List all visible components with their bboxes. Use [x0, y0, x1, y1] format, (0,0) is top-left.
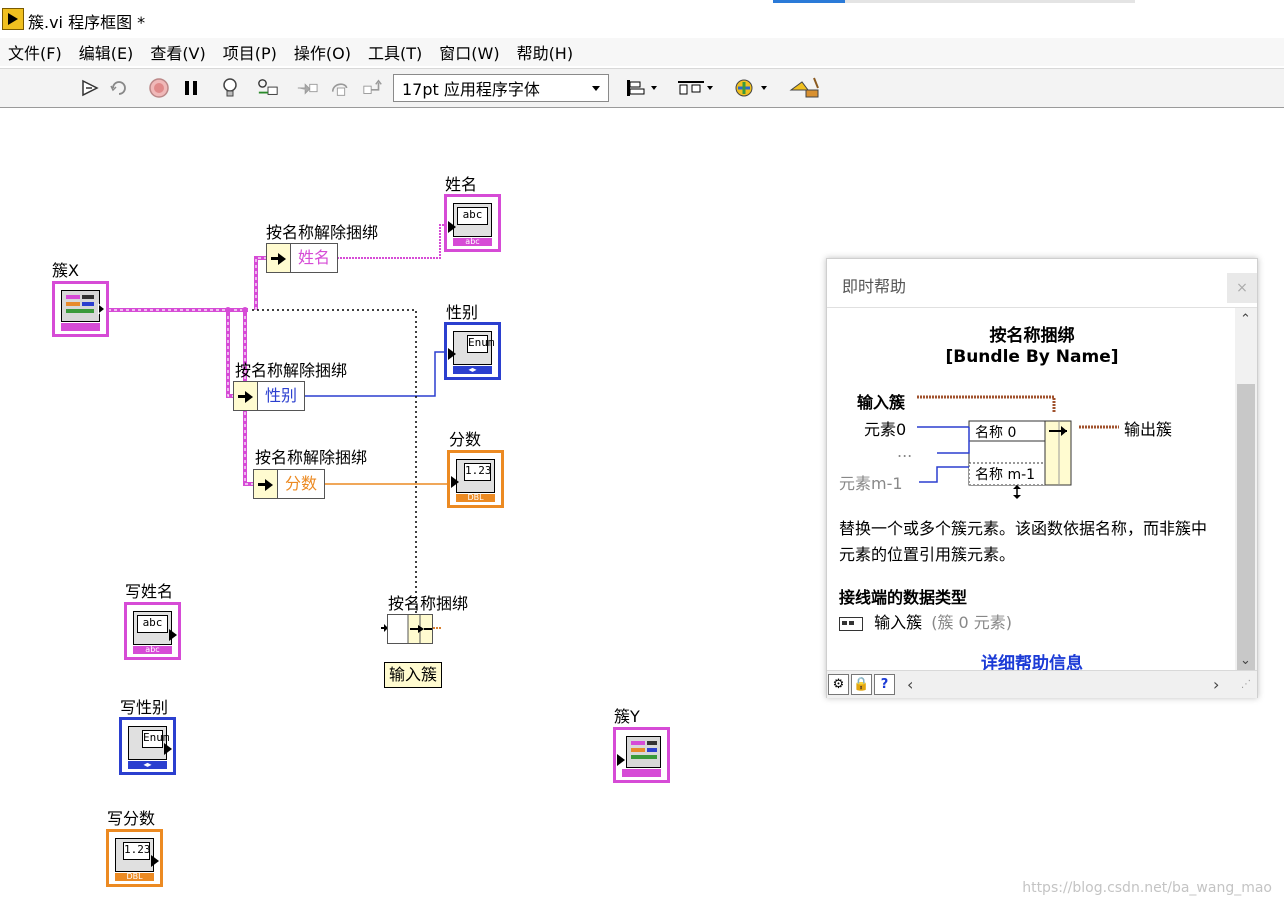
- label-unbundle-1: 按名称解除捆绑: [266, 223, 379, 242]
- unbundle-by-name-node-3[interactable]: 分数: [253, 469, 325, 499]
- write-score-foot: DBL: [115, 873, 154, 881]
- help-vertical-scrollbar[interactable]: ⌃ ⌄: [1235, 308, 1257, 694]
- unbundle-by-name-node-1[interactable]: 姓名: [266, 243, 338, 273]
- label-name-out: 姓名: [445, 175, 478, 194]
- gender-indicator-foot: ◂▸: [453, 366, 492, 374]
- help-bottom-bar: ⚙ 🔒 ? ‹ › ⋰: [827, 670, 1257, 698]
- wire-junction: [225, 307, 231, 313]
- help-ellipsis: ...: [897, 442, 913, 461]
- help-divider: [827, 307, 1257, 308]
- help-terminal-type-row: 输入簇 (簇 0 元素): [839, 609, 1012, 633]
- unbundle-by-name-node-2[interactable]: 性别: [233, 381, 305, 411]
- unbundle-field-gender: 性别: [264, 386, 297, 405]
- score-indicator[interactable]: 1.23 DBL: [447, 450, 504, 508]
- wire-junction: [242, 307, 248, 313]
- unbundle-field-name: 姓名: [297, 248, 330, 267]
- gender-indicator-text: Enum: [467, 335, 495, 353]
- cluster-y-terminal[interactable]: [613, 727, 670, 783]
- score-indicator-text: 1.23: [464, 463, 492, 481]
- help-output-cluster: 输出簇: [1124, 420, 1173, 439]
- label-unbundle-2: 按名称解除捆绑: [235, 361, 348, 380]
- label-cluster-x: 簇X: [52, 261, 79, 280]
- context-help-window: 即时帮助 × 按名称捆绑 [Bundle By Name] 输入簇 元素0 ..…: [826, 258, 1258, 698]
- write-gender-control[interactable]: Enum ◂▸: [119, 717, 176, 775]
- write-score-text: 1.23: [123, 842, 151, 860]
- help-function-english: [Bundle By Name]: [945, 347, 1119, 367]
- write-gender-foot: ◂▸: [128, 761, 167, 769]
- label-gender-out: 性别: [446, 303, 479, 322]
- show-optional-terminals-button[interactable]: ⚙: [828, 674, 849, 695]
- bundle-tooltip: 输入簇: [384, 662, 442, 688]
- help-name-m1: 名称 m-1: [975, 467, 1036, 483]
- right-arrow-icon: [254, 470, 278, 498]
- name-indicator-foot: abc: [453, 238, 492, 246]
- scroll-left-icon[interactable]: ‹: [907, 675, 913, 694]
- scroll-right-icon[interactable]: ›: [1213, 675, 1219, 694]
- help-function-name: 按名称捆绑: [989, 326, 1075, 346]
- help-title: 即时帮助: [842, 277, 907, 296]
- label-write-name: 写姓名: [125, 582, 174, 601]
- detailed-help-button[interactable]: ?: [874, 674, 895, 695]
- label-cluster-y: 簇Y: [614, 707, 640, 726]
- watermark: https://blog.csdn.net/ba_wang_mao: [1022, 880, 1272, 896]
- score-indicator-foot: DBL: [456, 494, 495, 502]
- bundle-by-name-node[interactable]: [387, 614, 433, 644]
- write-name-control[interactable]: abc abc: [124, 602, 181, 660]
- help-description: 替换一个或多个簇元素。该函数依据名称，而非簇中元素的位置引用簇元素。: [839, 519, 1208, 564]
- label-write-gender: 写性别: [120, 698, 169, 717]
- scrollbar-thumb[interactable]: [1237, 384, 1255, 694]
- help-name-0: 名称 0: [975, 425, 1017, 441]
- cluster-x-terminal[interactable]: [52, 281, 109, 337]
- name-indicator-text: abc: [457, 207, 488, 225]
- help-element-m1: 元素m-1: [839, 474, 903, 493]
- write-score-control[interactable]: 1.23 DBL: [106, 829, 163, 887]
- right-arrow-icon: [267, 244, 291, 272]
- lock-help-button[interactable]: 🔒: [851, 674, 872, 695]
- close-button[interactable]: ×: [1227, 273, 1257, 303]
- label-score-out: 分数: [449, 430, 482, 449]
- resize-grip-icon[interactable]: ⋰: [1241, 679, 1251, 690]
- label-bundle: 按名称捆绑: [388, 594, 469, 613]
- help-terminal-type-detail: (簇 0 元素): [931, 613, 1013, 632]
- write-name-foot: abc: [133, 646, 172, 654]
- right-arrow-icon: [234, 382, 258, 410]
- help-terminal-type-name: 输入簇: [874, 613, 923, 632]
- cluster-type-icon: [839, 616, 863, 631]
- help-terminal-types-heading: 接线端的数据类型: [839, 588, 968, 607]
- gender-indicator[interactable]: Enum ◂▸: [444, 322, 501, 380]
- label-unbundle-3: 按名称解除捆绑: [255, 448, 368, 467]
- write-name-text: abc: [137, 615, 168, 633]
- scroll-down-icon[interactable]: ⌄: [1240, 653, 1251, 668]
- help-input-cluster: 输入簇: [857, 393, 906, 412]
- help-element-0: 元素0: [864, 420, 907, 439]
- unbundle-field-score: 分数: [284, 474, 317, 493]
- write-gender-text: Enum: [142, 730, 170, 748]
- name-indicator[interactable]: abc abc: [444, 194, 501, 252]
- scroll-up-icon[interactable]: ⌃: [1240, 312, 1251, 327]
- label-write-score: 写分数: [107, 809, 156, 828]
